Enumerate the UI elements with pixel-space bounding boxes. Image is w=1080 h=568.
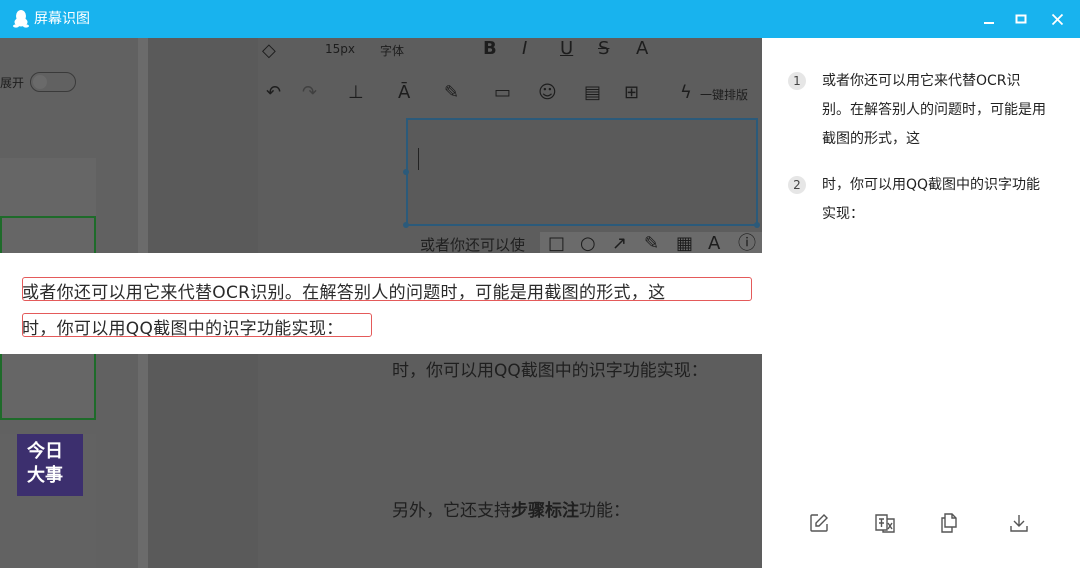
pen-tool-icon: ✎ [644, 233, 660, 253]
tb-heading-icon: ◇ [262, 40, 276, 61]
tb-letter-spacing-icon: Ā [398, 82, 411, 103]
rect-tool-icon: □ [548, 233, 566, 253]
preview-editor [258, 354, 762, 568]
edit-button[interactable] [804, 508, 834, 538]
preview-gutter [148, 354, 258, 568]
ocr-source-line-1: 或者你还可以用它来代替OCR识别。在解答别人的问题时，可能是用截图的形式，这 [22, 283, 666, 303]
close-button[interactable] [1040, 0, 1074, 38]
step-tool-icon: ⓘ [738, 233, 756, 253]
preview-green-frame [0, 354, 96, 420]
ocr-result-panel: 1 或者你还可以用它来代替OCR识别。在解答别人的问题时，可能是用截图的形式，这… [762, 38, 1080, 568]
tb-underline: U [560, 38, 574, 59]
result-number: 1 [788, 72, 806, 90]
window-title: 屏幕识图 [34, 11, 90, 27]
text-tool-icon: A [708, 233, 721, 253]
tb-font-color: A [636, 38, 649, 59]
result-number: 2 [788, 176, 806, 194]
tb-html-icon: ▤ [584, 82, 602, 103]
preview-gutter [148, 38, 258, 253]
translate-icon [875, 514, 895, 533]
download-button[interactable] [1004, 508, 1034, 538]
preview-cursor [418, 148, 419, 170]
mosaic-tool-icon: ▦ [676, 233, 694, 253]
preview-green-frame [0, 216, 96, 253]
expand-toggle [30, 72, 76, 92]
tb-font-family: 字体 [380, 44, 405, 58]
screenshot-preview: 展开 ◇ 15px 字体 B I U S A ↶ ↷ ⊥ Ā ✎ ▭ ☺ ▤ ⊞… [0, 38, 762, 568]
result-text[interactable]: 时，你可以用QQ截图中的识字功能实现： [822, 171, 1048, 229]
minimize-icon [984, 22, 994, 24]
result-text[interactable]: 或者你还可以用它来代替OCR识别。在解答别人的问题时，可能是用截图的形式，这 [822, 67, 1048, 154]
tb-emoji-icon: ☺ [538, 82, 557, 103]
title-bar: 屏幕识图 [0, 0, 1080, 38]
tb-undo-icon: ↶ [266, 82, 282, 103]
preview-handle [403, 169, 409, 175]
maximize-button[interactable] [1004, 0, 1038, 38]
preview-dimmed-top: 展开 ◇ 15px 字体 B I U S A ↶ ↷ ⊥ Ā ✎ ▭ ☺ ▤ ⊞… [0, 38, 762, 253]
tb-bold: B [483, 38, 497, 59]
close-icon [1051, 13, 1063, 25]
preview-doc-partial: 或者你还可以使 [420, 236, 526, 253]
ocr-source-line-2: 时，你可以用QQ截图中的识字功能实现： [22, 319, 344, 339]
preview-divider [138, 38, 148, 253]
expand-label: 展开 [0, 76, 25, 90]
preview-doc-line-1: 时，你可以用QQ截图中的识字功能实现： [392, 361, 708, 381]
preview-draw-toolbar: □ ○ ↗ ✎ ▦ A ⓘ [540, 232, 762, 253]
copy-button[interactable] [934, 508, 964, 538]
tb-toolbox-icon: ⊞ [624, 82, 640, 103]
translate-button[interactable] [870, 508, 900, 538]
tb-lightning-icon: ϟ [680, 82, 692, 103]
tb-line-height-icon: ⊥ [348, 82, 364, 103]
download-icon [1010, 515, 1028, 532]
preview-handle [754, 222, 760, 228]
maximize-icon [1015, 14, 1027, 24]
tb-redo-icon: ↷ [302, 82, 318, 103]
news-badge: 今日 大事 [17, 434, 83, 496]
copy-icon [941, 513, 957, 533]
ellipse-tool-icon: ○ [580, 233, 596, 253]
tb-italic: I [522, 38, 528, 59]
qq-penguin-icon [13, 10, 29, 28]
tb-format-brush-icon: ✎ [444, 82, 460, 103]
preview-text-box [406, 118, 758, 226]
tb-font-size: 15px [325, 42, 355, 56]
tb-strike: S [598, 38, 610, 59]
arrow-tool-icon: ↗ [612, 233, 628, 253]
tb-image-icon: ▭ [494, 82, 512, 103]
edit-icon [810, 514, 828, 532]
preview-divider [138, 354, 148, 568]
minimize-button[interactable] [972, 0, 1006, 38]
preview-handle [403, 222, 409, 228]
preview-doc-line-2: 另外，它还支持步骤标注功能： [392, 501, 630, 521]
preview-dimmed-bottom: 时，你可以用QQ截图中的识字功能实现： 另外，它还支持步骤标注功能： [0, 354, 762, 568]
tb-one-key-layout: 一键排版 [700, 88, 749, 102]
